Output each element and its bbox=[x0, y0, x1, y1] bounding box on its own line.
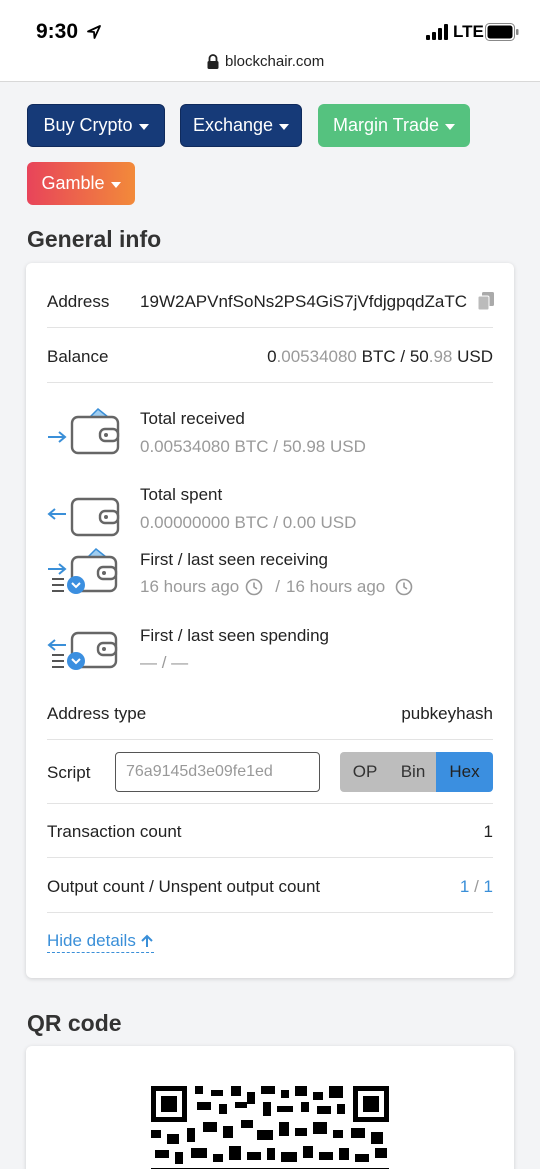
exchange-button[interactable]: Exchange bbox=[180, 104, 302, 147]
divider bbox=[47, 739, 493, 740]
divider bbox=[47, 382, 493, 383]
script-label: Script bbox=[47, 763, 91, 782]
margin-trade-button[interactable]: Margin Trade bbox=[318, 104, 470, 147]
gamble-button[interactable]: Gamble bbox=[27, 162, 135, 205]
url-text: blockchair.com bbox=[225, 53, 325, 70]
buy-crypto-button[interactable]: Buy Crypto bbox=[27, 104, 165, 147]
address-type-label: Address type bbox=[47, 704, 147, 723]
total-received-value: 0.00534080 BTC / 50.98 USD bbox=[140, 437, 366, 456]
wallet-spending-time-icon bbox=[47, 631, 118, 670]
total-spent-value: 0.00000000 BTC / 0.00 USD bbox=[140, 513, 357, 532]
script-mode-hex[interactable]: Hex bbox=[436, 752, 493, 792]
first-last-spending-label: First / last seen spending bbox=[140, 626, 329, 645]
receiving-separator: / bbox=[275, 577, 280, 596]
unspent-output-count-link[interactable]: 1 bbox=[484, 877, 493, 896]
output-count-separator: / bbox=[469, 877, 484, 896]
balance-usd-unit: USD bbox=[452, 347, 493, 366]
location-arrow-icon bbox=[87, 25, 101, 39]
balance-btc-unit: BTC / bbox=[356, 347, 410, 366]
first-last-receiving-label: First / last seen receiving bbox=[140, 550, 329, 569]
script-field[interactable]: 76a9145d3e09fe1ed bbox=[115, 752, 320, 792]
address-label: Address bbox=[47, 292, 110, 311]
wallet-received-icon bbox=[48, 407, 120, 455]
balance-btc-int: 0 bbox=[267, 347, 277, 366]
lock-icon bbox=[207, 54, 219, 69]
qr-code-image bbox=[151, 1086, 389, 1169]
balance-usd-decimals: .98 bbox=[428, 347, 453, 366]
output-count-label: Output count / Unspent output count bbox=[47, 877, 321, 896]
balance-label: Balance bbox=[47, 347, 109, 366]
arrow-up-icon bbox=[141, 934, 153, 947]
signal-icon bbox=[426, 24, 448, 40]
buy-crypto-label: Buy Crypto bbox=[43, 115, 133, 135]
first-last-spending-value: — / — bbox=[140, 653, 189, 672]
output-count-value: 1 / 1 bbox=[460, 877, 493, 897]
balance-usd-int: 50 bbox=[409, 347, 429, 366]
status-bar: 9:30 LTE bbox=[0, 0, 540, 50]
address-value[interactable]: 19W2APVnfSoNs2PS4GiS7jVfdjgpqdZaTC bbox=[140, 292, 467, 312]
wallet-spent-icon bbox=[47, 497, 120, 537]
divider bbox=[47, 857, 493, 858]
caret-down-icon bbox=[279, 123, 290, 130]
first-last-receiving-value: 16 hours ago / 16 hours ago bbox=[140, 577, 413, 597]
browser-url-bar[interactable]: blockchair.com bbox=[0, 50, 540, 82]
battery-icon bbox=[485, 23, 519, 41]
caret-down-icon bbox=[445, 123, 456, 130]
clock-icon[interactable] bbox=[395, 578, 413, 596]
wallet-receiving-time-icon bbox=[48, 547, 118, 594]
caret-down-icon bbox=[110, 181, 121, 188]
script-mode-bin[interactable]: Bin bbox=[390, 752, 436, 792]
copy-icon[interactable] bbox=[478, 292, 494, 310]
last-seen-receiving: 16 hours ago bbox=[285, 577, 386, 596]
caret-down-icon bbox=[138, 123, 149, 130]
hide-details-label: Hide details bbox=[47, 931, 136, 950]
qr-code-card bbox=[26, 1046, 514, 1169]
total-spent-label: Total spent bbox=[140, 485, 223, 504]
qr-code-title: QR code bbox=[27, 1010, 122, 1036]
total-received-label: Total received bbox=[140, 409, 245, 428]
margin-trade-label: Margin Trade bbox=[332, 115, 440, 135]
gamble-label: Gamble bbox=[41, 173, 105, 193]
exchange-label: Exchange bbox=[192, 115, 274, 135]
script-mode-op[interactable]: OP bbox=[340, 752, 390, 792]
general-info-title: General info bbox=[27, 226, 162, 252]
divider bbox=[47, 803, 493, 804]
general-info-card: Address 19W2APVnfSoNs2PS4GiS7jVfdjgpqdZa… bbox=[26, 263, 514, 978]
divider bbox=[47, 912, 493, 913]
clock-icon[interactable] bbox=[245, 578, 263, 596]
balance-value: 0.00534080 BTC / 50.98 USD bbox=[267, 347, 493, 367]
divider bbox=[47, 327, 493, 328]
network-type: LTE bbox=[453, 22, 484, 41]
output-count-link[interactable]: 1 bbox=[460, 877, 469, 896]
transaction-count-value: 1 bbox=[483, 822, 493, 841]
transaction-count-label: Transaction count bbox=[47, 822, 182, 841]
first-seen-receiving: 16 hours ago bbox=[140, 577, 240, 596]
balance-btc-decimals: .00534080 bbox=[276, 347, 357, 366]
hide-details-link[interactable]: Hide details bbox=[47, 931, 154, 953]
status-time: 9:30 bbox=[36, 20, 79, 43]
address-type-value: pubkeyhash bbox=[401, 704, 493, 723]
